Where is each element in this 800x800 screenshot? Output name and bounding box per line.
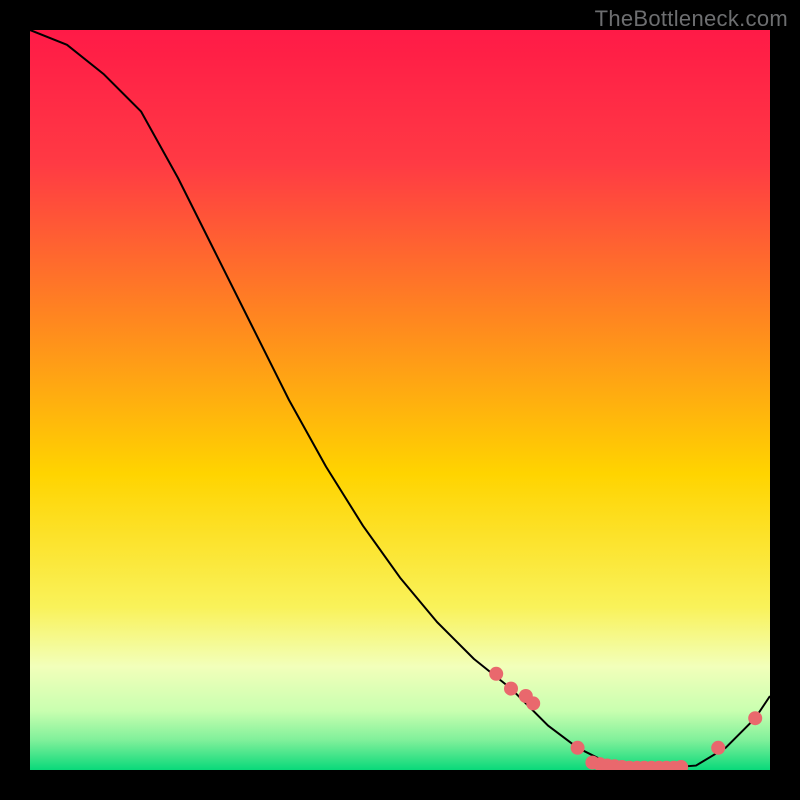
data-point: [748, 711, 762, 725]
data-point: [711, 741, 725, 755]
data-point: [504, 682, 518, 696]
data-point: [571, 741, 585, 755]
gradient-background: [30, 30, 770, 770]
chart-svg: [30, 30, 770, 770]
plot-area: [30, 30, 770, 770]
data-point: [526, 696, 540, 710]
chart-stage: TheBottleneck.com: [0, 0, 800, 800]
watermark-label: TheBottleneck.com: [595, 6, 788, 32]
data-point: [489, 667, 503, 681]
